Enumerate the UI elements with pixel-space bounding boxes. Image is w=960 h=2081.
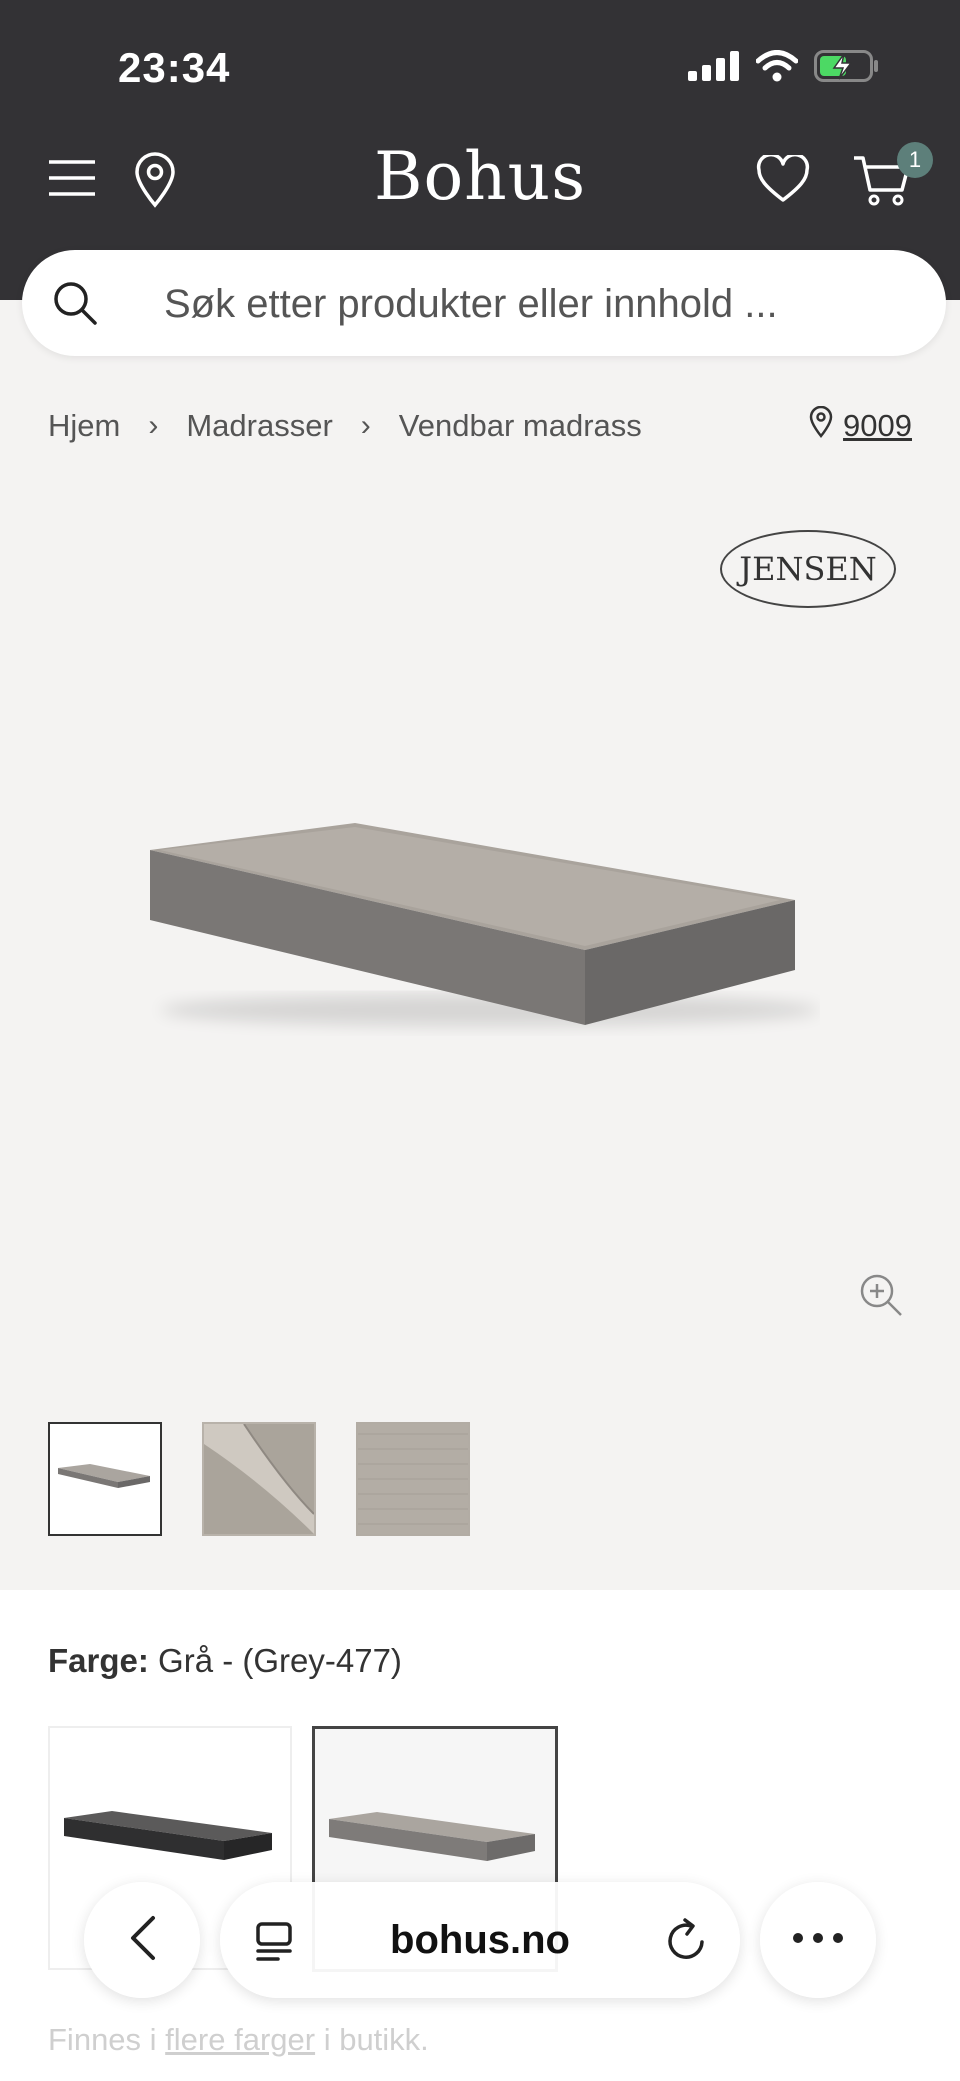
thumbnail-fabric-fold[interactable]	[202, 1422, 316, 1536]
brand-logo: JENSEN	[720, 530, 896, 608]
breadcrumb-item-current: Vendbar madrass	[398, 408, 642, 443]
color-value: Grå - (Grey-477)	[158, 1642, 402, 1679]
product-image[interactable]	[140, 810, 820, 1055]
cart-count-badge: 1	[897, 142, 933, 178]
status-time: 23:34	[118, 44, 231, 91]
battery-icon	[814, 50, 880, 87]
chevron-right-icon: ›	[360, 409, 371, 442]
chevron-left-icon	[127, 1914, 157, 1967]
wifi-icon	[755, 50, 799, 87]
thumbnail-strip	[48, 1422, 470, 1536]
thumbnail-product[interactable]	[48, 1422, 162, 1536]
site-logo[interactable]: Bohus	[0, 138, 960, 215]
reload-icon[interactable]	[666, 1918, 708, 1967]
breadcrumb-item-madrasser[interactable]: Madrasser	[186, 408, 332, 444]
search-input[interactable]	[162, 272, 906, 336]
store-selector[interactable]: 9009	[809, 405, 912, 446]
browser-toolbar: bohus.no	[84, 1882, 876, 1998]
more-colors-link[interactable]: flere farger	[165, 2022, 315, 2057]
more-dots-icon	[792, 1931, 844, 1949]
status-icons	[688, 50, 880, 87]
store-number[interactable]: 9009	[843, 408, 912, 444]
more-colors-suffix: i butikk.	[323, 2022, 429, 2057]
more-colors-note: Finnes i flere farger i butikk.	[48, 2022, 429, 2058]
thumbnail-fabric-texture[interactable]	[356, 1422, 470, 1536]
zoom-in-icon[interactable]	[858, 1272, 904, 1323]
address-bar[interactable]: bohus.no	[220, 1882, 740, 1998]
search-icon[interactable]	[52, 280, 98, 326]
chevron-right-icon: ›	[148, 409, 159, 442]
back-button[interactable]	[84, 1882, 200, 1998]
color-label-title: Farge:	[48, 1642, 149, 1679]
color-label: Farge: Grå - (Grey-477)	[48, 1642, 402, 1680]
reader-icon[interactable]	[254, 1920, 296, 1967]
more-colors-prefix: Finnes i	[48, 2022, 157, 2057]
signal-icon	[688, 51, 740, 86]
more-options-button[interactable]	[760, 1882, 876, 1998]
url-text[interactable]: bohus.no	[390, 1918, 570, 1963]
search-bar[interactable]	[22, 250, 946, 356]
heart-icon[interactable]	[756, 154, 810, 204]
breadcrumb: Hjem › Madrasser › Vendbar madrass	[48, 408, 642, 444]
location-pin-icon	[809, 405, 833, 446]
breadcrumb-item-home[interactable]: Hjem	[48, 408, 120, 444]
